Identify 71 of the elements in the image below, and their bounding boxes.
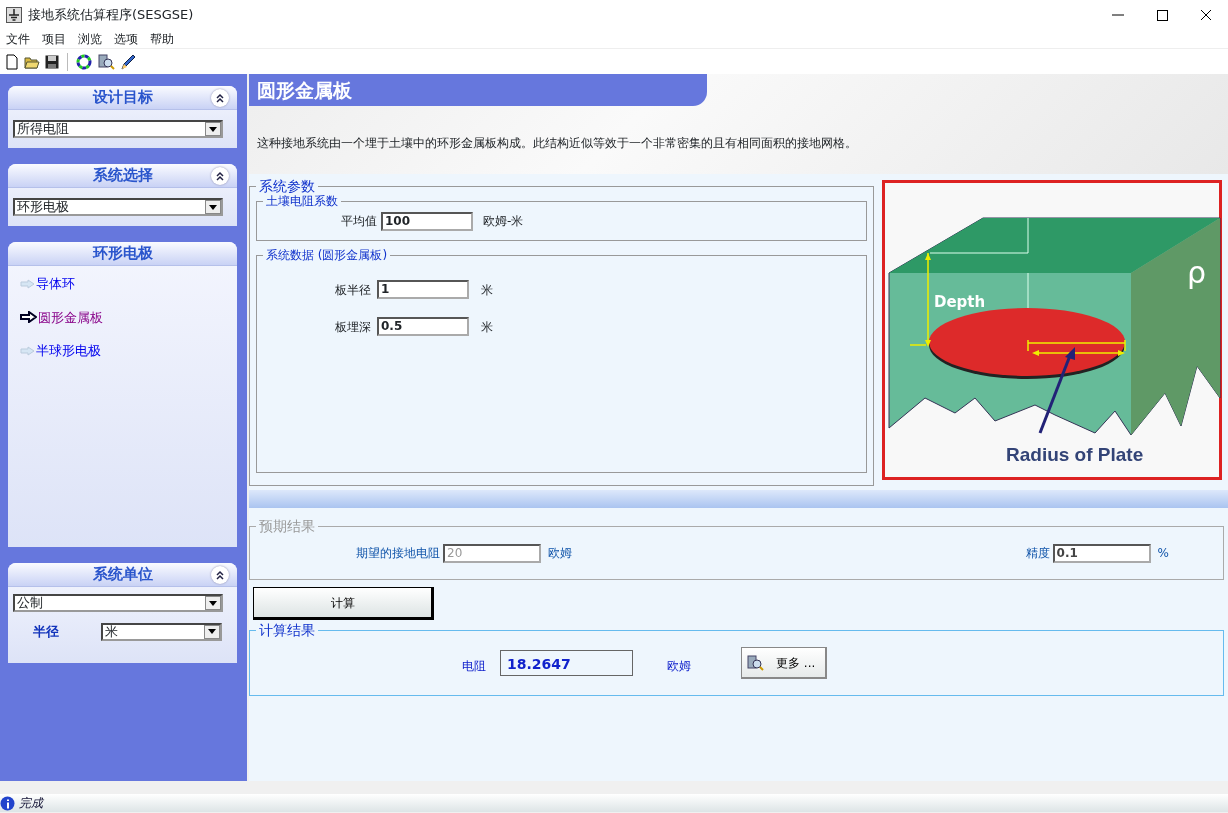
input-field[interactable]: 0.5 [377, 317, 469, 336]
group-title: 系统数据 (圆形金属板) [263, 247, 391, 263]
dropdown[interactable]: 环形电极 [13, 198, 223, 216]
group-title: 预期结果 [256, 518, 318, 534]
dropdown-arrow-icon [209, 204, 217, 210]
menu-item[interactable]: 选项 [108, 30, 144, 48]
collapse-icon [215, 93, 225, 103]
collapse-button[interactable] [211, 89, 229, 107]
panel-title: 系统单位 [92, 564, 153, 586]
dropdown-arrow-icon [209, 600, 217, 606]
color-ring-icon[interactable] [75, 52, 93, 71]
field-label: 平均值 [341, 213, 377, 230]
collapse-button[interactable] [211, 167, 229, 185]
calculate-button[interactable]: 计算 [253, 587, 434, 620]
group-title: 系统参数 [256, 178, 318, 194]
panel-title: 环形电极 [92, 243, 153, 265]
maximize-icon[interactable] [1154, 7, 1170, 23]
electrode-link[interactable]: 圆形金属板 [38, 307, 103, 327]
page-title: 圆形金属板 [249, 74, 707, 106]
description-text: 这种接地系统由一个埋于土壤中的环形金属板构成。此结构近似等效于一个非常密集的且有相同面积的接地网格。 [257, 135, 858, 152]
unit-label: 米 [481, 318, 493, 336]
arrow-icon [20, 311, 37, 324]
input-field[interactable]: 1 [377, 280, 469, 299]
document-magnifier-icon[interactable] [97, 52, 115, 71]
electrode-link[interactable]: 导体环 [36, 274, 75, 294]
arrow-icon [20, 278, 35, 289]
menu-item[interactable]: 帮助 [144, 30, 180, 48]
status-text: 完成 [19, 795, 43, 812]
arrow-icon [20, 345, 35, 356]
electrode-link[interactable]: 半球形电极 [36, 341, 101, 361]
menu-item[interactable]: 文件 [0, 30, 36, 48]
depth-label: Depth [934, 293, 986, 311]
unit-label: 欧姆 [548, 545, 572, 562]
info-icon [0, 795, 15, 811]
dropdown-arrow-icon [208, 629, 216, 635]
unit-label: 欧姆 [667, 658, 691, 675]
collapse-button[interactable] [211, 566, 229, 584]
group-title: 计算结果 [256, 622, 318, 638]
unit-label: 欧姆-米 [483, 213, 524, 230]
rho-label: ρ [1187, 255, 1207, 290]
menu-item[interactable]: 项目 [36, 30, 72, 48]
new-file-icon[interactable] [4, 53, 20, 70]
field-label: 精度 [1025, 545, 1050, 562]
more-button[interactable]: 更多 ... [741, 647, 827, 679]
collapse-icon [215, 570, 225, 580]
unit-label: % [1157, 545, 1169, 562]
app-icon [6, 7, 22, 23]
field-label: 板半径 [335, 281, 371, 299]
dropdown[interactable]: 米 [101, 622, 222, 641]
field-label: 期望的接地电阻 [356, 545, 440, 562]
pen-icon[interactable] [119, 52, 137, 71]
unit-label: 米 [481, 281, 493, 299]
field-label: 板埋深 [335, 318, 371, 336]
input-field[interactable]: 100 [381, 211, 473, 231]
result-value: 18.2647 [500, 650, 633, 676]
group-title: 土壤电阻系数 [263, 193, 341, 209]
dropdown[interactable]: 所得电阻 [13, 120, 223, 138]
input-field[interactable]: 0.1 [1052, 543, 1151, 563]
menu-item[interactable]: 浏览 [72, 30, 108, 48]
dropdown-arrow-icon [209, 126, 217, 132]
panel-title: 系统选择 [92, 165, 153, 187]
document-magnifier-icon [746, 653, 764, 672]
panel-title: 设计目标 [92, 87, 153, 109]
collapse-icon [215, 171, 225, 181]
field-label: 电阻 [462, 658, 486, 675]
dropdown[interactable]: 公制 [13, 594, 223, 612]
radius-label: Radius of Plate [1006, 444, 1144, 465]
close-icon[interactable] [1198, 7, 1214, 23]
radius-unit-label: 半径 [32, 623, 60, 641]
window-title: 接地系统估算程序(SESGSE) [28, 6, 195, 25]
save-icon[interactable] [44, 53, 60, 70]
